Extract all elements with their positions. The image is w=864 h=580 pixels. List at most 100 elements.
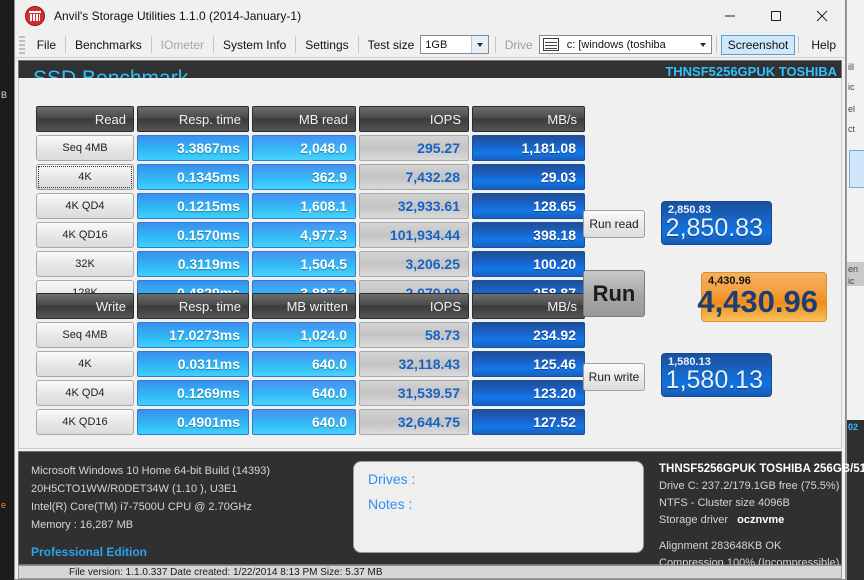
mb-cell: 2,048.0 — [252, 135, 356, 161]
total-score-value: 4,430.96 — [697, 284, 818, 319]
bg-fragment: ic — [848, 82, 855, 92]
iops-cell: 101,934.44 — [359, 222, 469, 248]
drive-value: c: [windows (toshiba — [566, 38, 666, 51]
write-score-box: 1,580.13 1,580.13 — [661, 353, 772, 397]
table-row: 4K QD16 0.1570ms 4,977.3 101,934.44 398.18 — [36, 222, 588, 248]
table-row: Seq 4MB 3.3867ms 2,048.0 295.27 1,181.08 — [36, 135, 588, 161]
os-version: Microsoft Windows 10 Home 64-bit Build (… — [31, 465, 271, 477]
iops-cell: 31,539.57 — [359, 380, 469, 406]
title-bar: Anvil's Storage Utilities 1.1.0 (2014-Ja… — [15, 0, 845, 32]
status-text: File version: 1.1.0.337 Date created: 1/… — [69, 567, 383, 578]
minimize-icon[interactable] — [707, 0, 753, 32]
column-header-mbs: MB/s — [472, 293, 585, 319]
menu-item-benchmarks[interactable]: Benchmarks — [66, 32, 151, 58]
resp-time-cell: 3.3867ms — [137, 135, 249, 161]
mb-cell: 362.9 — [252, 164, 356, 190]
resp-time-cell: 0.0311ms — [137, 351, 249, 377]
read-row-button[interactable]: Seq 4MB — [36, 135, 134, 161]
total-score-box: 4,430.96 4,430.96 — [697, 272, 827, 322]
iops-cell: 32,118.43 — [359, 351, 469, 377]
column-header-iops: IOPS — [359, 106, 469, 132]
run-button[interactable]: Run — [583, 270, 645, 317]
column-header-resp-time: Resp. time — [137, 106, 249, 132]
mbs-cell: 1,181.08 — [472, 135, 585, 161]
resp-time-cell: 0.1269ms — [137, 380, 249, 406]
write-score-value: 1,580.13 — [665, 366, 763, 394]
bg-fragment: ct — [848, 124, 856, 134]
mbs-cell: 125.46 — [472, 351, 585, 377]
storage-driver-label: Storage driver — [659, 514, 729, 526]
iops-cell: 7,432.28 — [359, 164, 469, 190]
notes-panel[interactable]: Drives : Notes : — [353, 461, 644, 553]
resp-time-cell: 0.1345ms — [137, 164, 249, 190]
system-info-panel: Microsoft Windows 10 Home 64-bit Build (… — [31, 462, 270, 561]
bg-fragment: ic — [848, 276, 855, 286]
mbs-cell: 398.18 — [472, 222, 585, 248]
menu-separator — [798, 36, 800, 53]
screenshot-button[interactable]: Screenshot — [720, 34, 796, 55]
read-row-button[interactable]: 4K QD4 — [36, 193, 134, 219]
drive-alignment: Alignment 283648KB OK — [659, 540, 782, 552]
menu-grip-icon — [19, 35, 25, 54]
read-score-value: 2,850.83 — [665, 214, 763, 242]
read-row-button[interactable]: 4K — [36, 164, 134, 190]
drive-device-name: THNSF5256GPUK TOSHIBA 256GB/5102 — [659, 463, 864, 475]
test-size-label: Test size — [367, 37, 415, 52]
bg-fragment: ill — [848, 62, 854, 72]
drives-label: Drives : — [368, 471, 416, 487]
chevron-down-icon[interactable] — [470, 36, 488, 53]
close-icon[interactable] — [799, 0, 845, 32]
window-controls — [707, 0, 845, 32]
menu-separator — [715, 36, 717, 53]
menu-item-settings[interactable]: Settings — [296, 32, 357, 58]
table-row: 4K QD4 0.1269ms 640.0 31,539.57 123.20 — [36, 380, 588, 406]
test-size-select[interactable]: 1GB — [420, 35, 489, 54]
read-row-button[interactable]: 32K — [36, 251, 134, 277]
menu-item-system-info[interactable]: System Info — [214, 32, 295, 58]
background-window-left: B e — [0, 0, 14, 580]
table-row: 4K 0.0311ms 640.0 32,118.43 125.46 — [36, 351, 588, 377]
column-header-write: Write — [36, 293, 134, 319]
table-row: 4K QD4 0.1215ms 1,608.1 32,933.61 128.65 — [36, 193, 588, 219]
mb-cell: 1,608.1 — [252, 193, 356, 219]
test-size-value: 1GB — [425, 38, 448, 51]
iops-cell: 32,644.75 — [359, 409, 469, 435]
resp-time-cell: 0.4901ms — [137, 409, 249, 435]
write-row-button[interactable]: 4K QD4 — [36, 380, 134, 406]
mb-cell: 1,024.0 — [252, 322, 356, 348]
menu-item-file[interactable]: File — [28, 32, 65, 58]
chevron-down-icon[interactable] — [694, 36, 711, 53]
read-row-button[interactable]: 4K QD16 — [36, 222, 134, 248]
table-row: 4K 0.1345ms 362.9 7,432.28 29.03 — [36, 164, 588, 190]
iops-cell: 32,933.61 — [359, 193, 469, 219]
menu-bar: File Benchmarks IOmeter System Info Sett… — [15, 32, 845, 58]
maximize-icon[interactable] — [753, 0, 799, 32]
drive-info-panel: THNSF5256GPUK TOSHIBA 256GB/5102 Drive C… — [659, 461, 864, 572]
write-row-button[interactable]: 4K — [36, 351, 134, 377]
read-results-table: Read Resp. time MB read IOPS MB/s Seq 4M… — [36, 106, 588, 309]
write-row-button[interactable]: 4K QD16 — [36, 409, 134, 435]
drive-select[interactable]: c: [windows (toshiba — [538, 35, 712, 54]
bg-fragment: e — [1, 500, 7, 510]
bg-gray-band: en ic — [847, 262, 864, 286]
memory-info: Memory : 16,287 MB — [31, 519, 134, 531]
run-write-button[interactable]: Run write — [583, 363, 645, 391]
menu-item-iometer: IOmeter — [160, 37, 204, 52]
table-row: Seq 4MB 17.0273ms 1,024.0 58.73 234.92 — [36, 322, 588, 348]
write-row-button[interactable]: Seq 4MB — [36, 322, 134, 348]
notes-label: Notes : — [368, 496, 413, 512]
table-row: 4K QD16 0.4901ms 640.0 32,644.75 127.52 — [36, 409, 588, 435]
info-strip: Microsoft Windows 10 Home 64-bit Build (… — [18, 451, 864, 569]
write-table-body: Seq 4MB 17.0273ms 1,024.0 58.73 234.92 4K 0.03… — [36, 322, 588, 435]
window-title: Anvil's Storage Utilities 1.1.0 (2014-Ja… — [54, 9, 302, 23]
run-read-button[interactable]: Run read — [583, 210, 645, 238]
column-header-mb-read: MB read — [252, 106, 356, 132]
storage-driver-row: Storage driver ocznvme — [659, 512, 864, 529]
mbs-cell: 127.52 — [472, 409, 585, 435]
app-window: Anvil's Storage Utilities 1.1.0 (2014-Ja… — [14, 0, 864, 580]
mb-cell: 640.0 — [252, 351, 356, 377]
write-results-table: Write Resp. time MB written IOPS MB/s Se… — [36, 293, 588, 438]
read-table-header: Read Resp. time MB read IOPS MB/s — [36, 106, 588, 132]
mb-cell: 4,977.3 — [252, 222, 356, 248]
menu-item-help[interactable]: Help — [802, 32, 845, 58]
